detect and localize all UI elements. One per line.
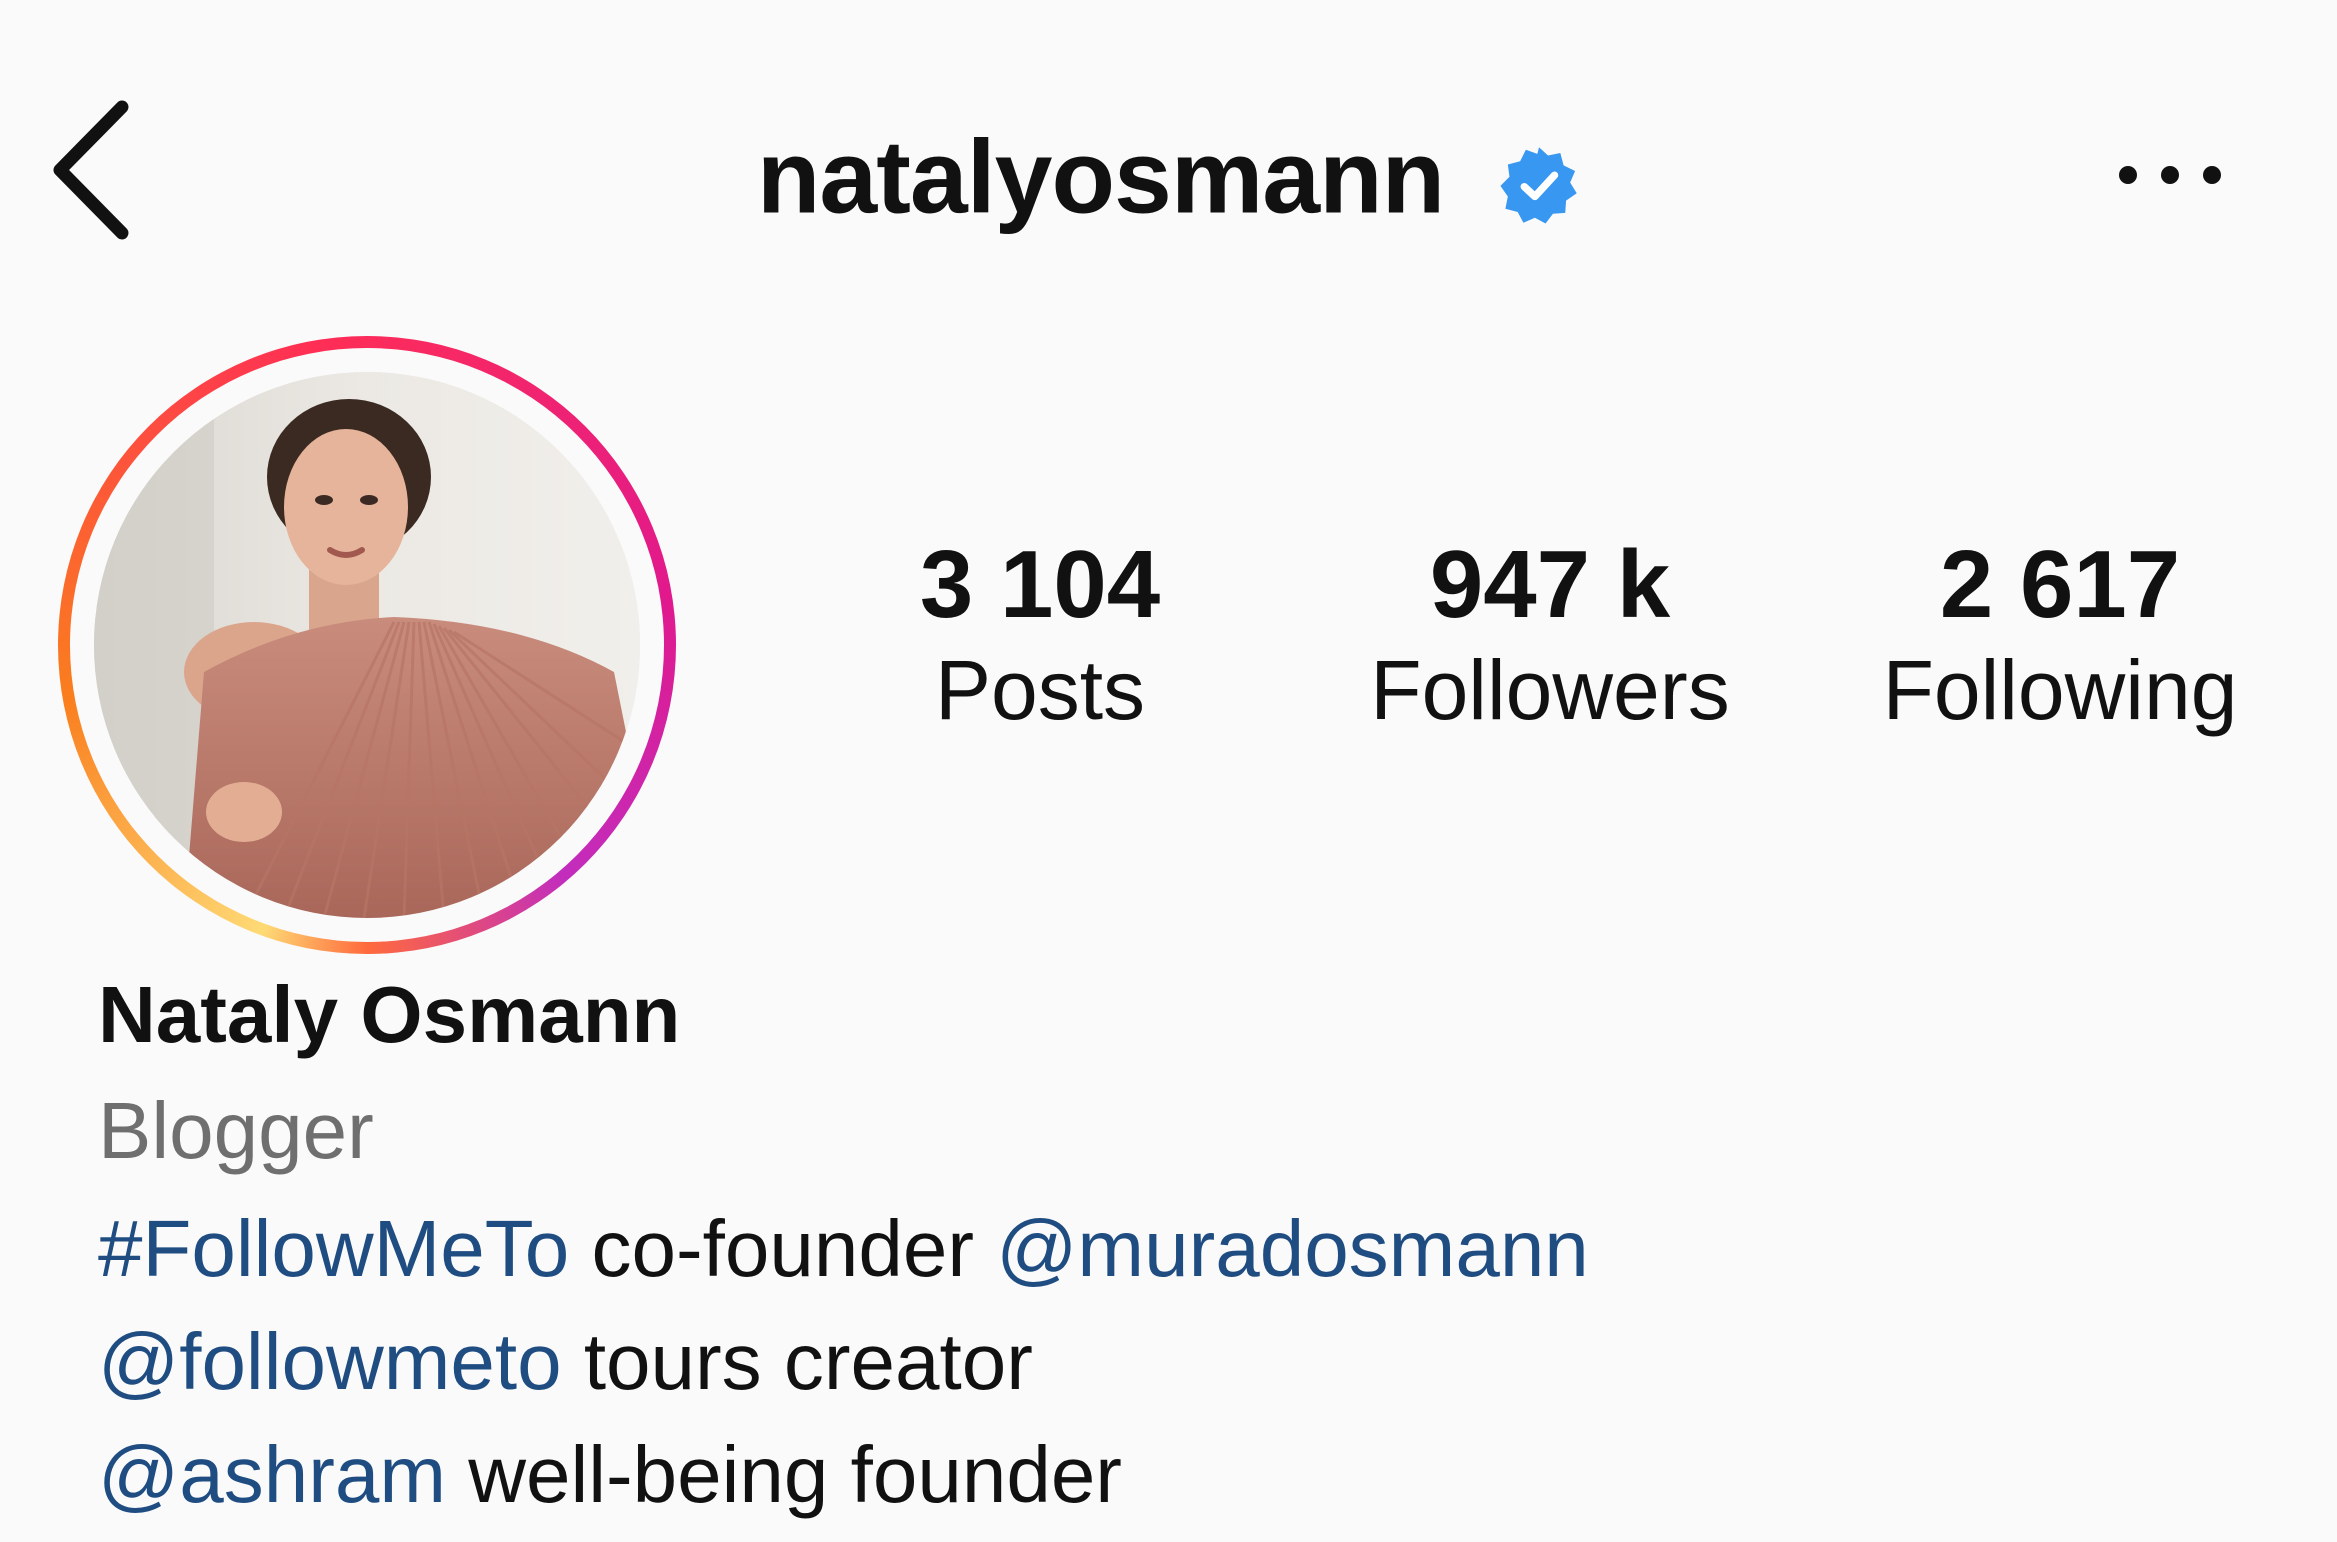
mention-link[interactable]: @followmeto: [98, 1317, 562, 1406]
following-label: Following: [1882, 643, 2238, 737]
posts-count[interactable]: 3 104 Posts: [860, 530, 1220, 740]
more-options-button[interactable]: [2115, 150, 2225, 200]
bio-line: @ashram well-being founder: [98, 1418, 2298, 1531]
avatar: [94, 372, 640, 918]
category-label: Blogger: [98, 1086, 374, 1175]
profile-header-title: natalyosmann: [0, 110, 2337, 238]
followers-label: Followers: [1370, 643, 1730, 737]
hashtag-link[interactable]: #FollowMeTo: [98, 1204, 569, 1293]
posts-label: Posts: [934, 643, 1146, 737]
bio-line: #FollowMeTo co-founder @muradosmann: [98, 1192, 2298, 1305]
following-value: 2 617: [1939, 531, 2181, 638]
profile-photo-icon: [94, 372, 640, 918]
profile-stats: 3 104 Posts 947 k Followers 2 617 Follow…: [860, 530, 2280, 760]
posts-value: 3 104: [919, 531, 1161, 638]
mention-link[interactable]: @muradosmann: [996, 1204, 1589, 1293]
verified-badge-icon: [1498, 131, 1580, 224]
username: natalyosmann: [756, 119, 1445, 236]
following-count[interactable]: 2 617 Following: [1840, 530, 2280, 740]
full-name: Nataly Osmann: [98, 970, 681, 1059]
profile-bio: Nataly Osmann Blogger #FollowMeTo co-fou…: [98, 960, 2298, 1531]
bio-text: well-being founder: [445, 1430, 1122, 1519]
bio-text: co-founder: [569, 1204, 997, 1293]
followers-count[interactable]: 947 k Followers: [1330, 530, 1770, 740]
top-navigation-bar: natalyosmann: [0, 0, 2337, 340]
mention-link[interactable]: @ashram: [98, 1430, 446, 1519]
story-ring-avatar[interactable]: [58, 336, 676, 954]
more-horizontal-icon: [2119, 166, 2221, 184]
bio-line: @followmeto tours creator: [98, 1305, 2298, 1418]
bio-text: tours creator: [561, 1317, 1033, 1406]
followers-value: 947 k: [1429, 531, 1671, 638]
